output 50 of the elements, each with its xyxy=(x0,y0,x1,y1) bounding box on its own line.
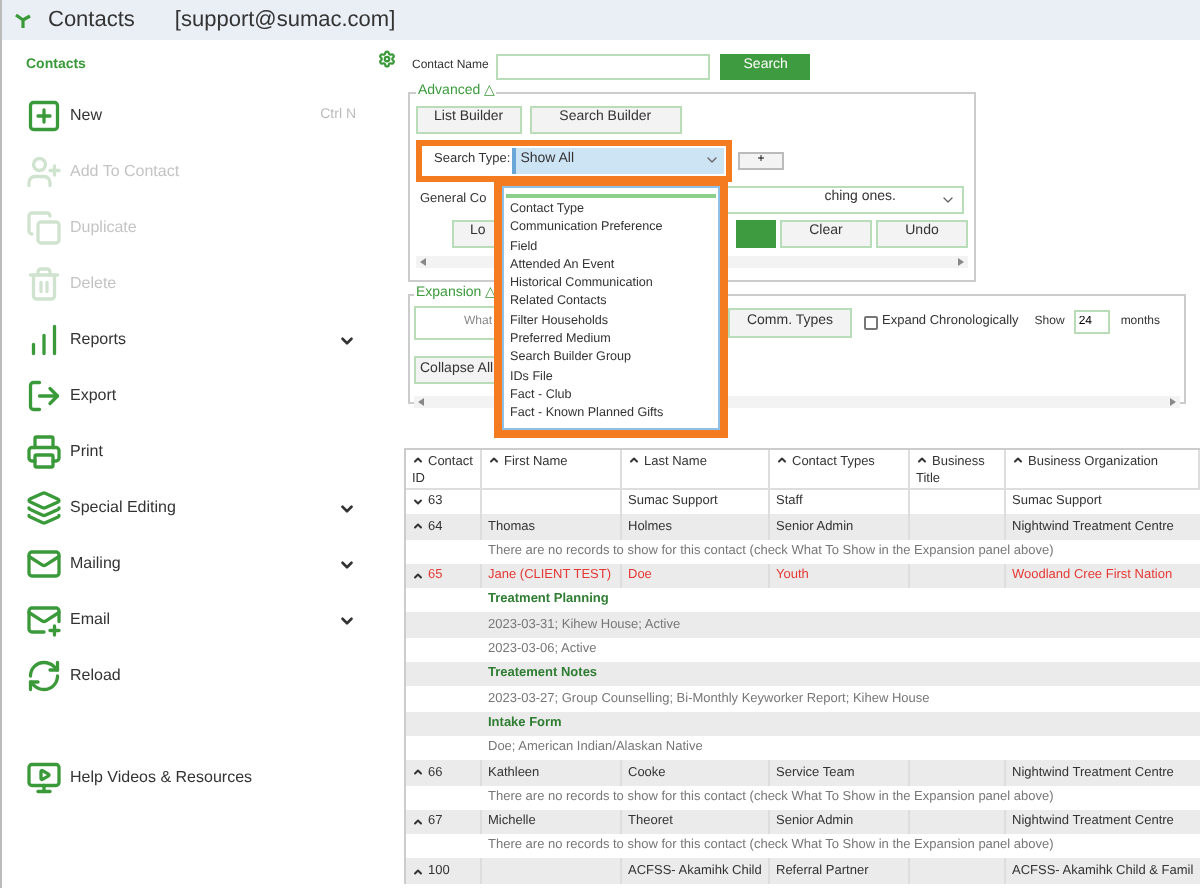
sidebar-item[interactable]: Mailing xyxy=(26,545,356,583)
sidebar-item[interactable]: Email xyxy=(26,601,356,639)
reload-icon xyxy=(26,658,62,694)
export-icon xyxy=(26,378,62,414)
expand-checkbox[interactable] xyxy=(864,315,878,329)
sidebar-item[interactable]: Reload xyxy=(26,657,356,695)
sprout-icon xyxy=(14,13,32,27)
sort-icon xyxy=(412,454,424,466)
envelope-plus-icon xyxy=(26,602,62,638)
expand-toggle-icon[interactable] xyxy=(412,570,424,583)
add-user-icon xyxy=(26,154,62,190)
table-cell xyxy=(482,858,622,884)
sort-icon xyxy=(1012,454,1024,466)
table-cell xyxy=(910,858,1006,884)
table-cell xyxy=(482,490,622,515)
settings-icon[interactable] xyxy=(378,50,396,68)
sort-icon xyxy=(628,454,640,466)
window-title: Contacts xyxy=(48,5,135,36)
chevron-icon xyxy=(704,152,720,168)
sort-icon xyxy=(488,454,500,466)
sidebar-item[interactable]: Special Editing xyxy=(26,489,356,527)
trash-icon xyxy=(26,266,62,302)
table-cell xyxy=(910,490,1006,515)
layers-icon xyxy=(26,490,62,526)
expand-toggle-icon[interactable] xyxy=(412,865,424,878)
table-cell xyxy=(910,809,1006,835)
table-cell xyxy=(910,514,1006,540)
scroll-right-icon xyxy=(958,257,964,265)
scroll-right-icon xyxy=(1170,397,1176,405)
scroll-left-icon xyxy=(418,397,424,405)
plus-square-icon xyxy=(26,98,62,134)
scroll-left-icon xyxy=(420,257,426,265)
sidebar-item[interactable]: Print xyxy=(26,433,356,471)
expand-toggle-icon[interactable] xyxy=(412,816,424,828)
envelope-icon xyxy=(26,546,62,582)
sidebar-item[interactable]: Export xyxy=(26,377,356,415)
table-cell xyxy=(910,760,1006,786)
contact-name-input[interactable] xyxy=(496,54,711,80)
table-cell xyxy=(910,563,1006,589)
bar-chart-icon xyxy=(26,322,62,358)
video-icon xyxy=(26,760,62,796)
sidebar-item[interactable]: Help Videos & Resources xyxy=(26,759,356,797)
sidebar-item[interactable]: Reports xyxy=(26,321,356,359)
sort-icon xyxy=(916,454,928,466)
sort-icon xyxy=(776,454,788,466)
primary-button[interactable] xyxy=(736,219,776,247)
account-email: [support@sumac.com] xyxy=(174,5,396,36)
copy-icon xyxy=(26,210,62,246)
print-icon xyxy=(26,434,62,470)
expand-toggle-icon[interactable] xyxy=(412,766,424,779)
